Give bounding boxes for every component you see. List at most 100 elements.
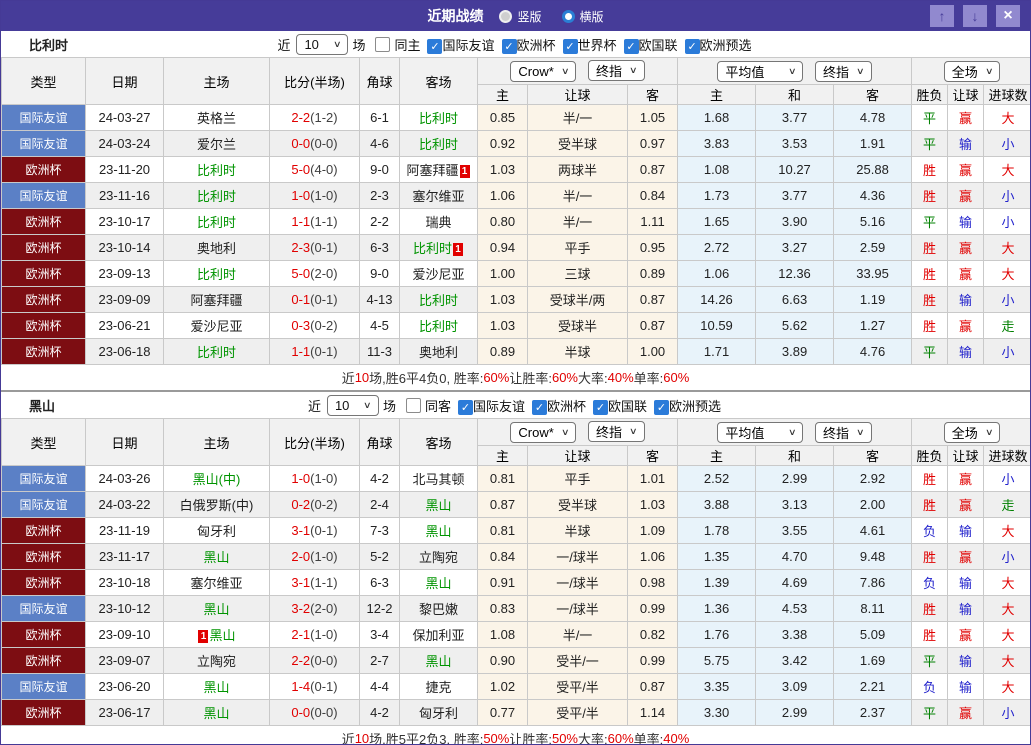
corner-cell: 2-2 <box>359 208 400 235</box>
competition-checkbox[interactable]: ✓ <box>654 399 670 415</box>
full-time-score: 1-1 <box>291 344 311 359</box>
away-team-cell: 瑞典 <box>399 208 478 235</box>
full-time-score: 1-4 <box>291 679 311 694</box>
match-count-select[interactable]: 10 ∨ <box>296 33 349 55</box>
handicap-home-odds-cell: 0.81 <box>477 465 528 492</box>
competition-label: 国际友谊 <box>472 398 525 414</box>
result-cell: 平 <box>911 699 949 726</box>
away-team-name: 阿塞拜疆 <box>406 163 459 178</box>
avg-draw-odds-cell: 3.09 <box>755 673 835 700</box>
same-venue-checkbox[interactable] <box>375 36 391 52</box>
handicap-cell: 受半/一 <box>527 647 628 674</box>
summary-text: 10 <box>354 370 370 385</box>
home-team-cell: 比利时 <box>163 260 270 287</box>
match-date-cell: 23-11-19 <box>85 517 164 544</box>
average-select[interactable]: 平均值 ∨ <box>717 60 804 82</box>
average-select[interactable]: 平均值 ∨ <box>717 421 804 443</box>
competition-checkbox[interactable]: ✓ <box>593 399 609 415</box>
goals-result-cell: 大 <box>983 517 1030 544</box>
score-cell: 2-2(1-2) <box>269 104 360 131</box>
competition-label: 世界杯 <box>577 37 617 53</box>
avg-away-odds-cell: 5.09 <box>833 621 913 648</box>
competition-checkbox[interactable]: ✓ <box>427 38 443 54</box>
odds-time-select[interactable]: 终指 ∨ <box>588 60 645 81</box>
avg-away-odds-cell: 2.00 <box>833 491 913 518</box>
handicap-away-odds-cell: 0.82 <box>626 621 679 648</box>
handicap-away-odds-cell: 0.99 <box>626 595 679 622</box>
avg-home-odds-cell: 1.36 <box>677 595 757 622</box>
table-row: 欧洲杯 23-11-19 匈牙利 3-1(0-1) 7-3 黑山 0.81 半球 1.09 1.7… <box>1 517 1030 544</box>
score-cell: 3-1(0-1) <box>269 517 360 544</box>
table-row: 欧洲杯 23-06-21 爱沙尼亚 0-3(0-2) 4-5 比利时 1.03 受球半 0.87… <box>1 312 1030 339</box>
corner-cell: 6-1 <box>359 104 400 131</box>
avg-home-odds-cell: 1.06 <box>677 260 757 287</box>
average-time-select[interactable]: 终指 ∨ <box>815 421 872 443</box>
chevron-down-icon: ∨ <box>363 399 372 410</box>
result-cell: 负 <box>911 569 949 596</box>
handicap-home-odds-cell: 0.90 <box>477 647 528 674</box>
score-cell: 0-3(0-2) <box>269 312 360 339</box>
score-cell: 0-0(0-0) <box>269 130 360 157</box>
handicap-away-odds-cell: 0.84 <box>626 182 679 209</box>
half-time-score: (1-0) <box>310 549 338 564</box>
handicap-away-odds-cell: 1.05 <box>626 104 679 131</box>
avg-home-odds-cell: 3.83 <box>677 130 757 157</box>
half-time-score: (1-0) <box>310 188 338 203</box>
avg-draw-odds-cell: 3.89 <box>755 338 835 365</box>
chevron-down-icon: ∨ <box>787 65 797 76</box>
col-home: 主场 <box>163 418 270 466</box>
home-team-name: 黑山 <box>209 628 236 643</box>
summary-text: 50% <box>551 731 578 745</box>
full-time-score: 5-0 <box>291 162 311 177</box>
competition-checkbox[interactable]: ✓ <box>684 38 700 54</box>
corner-cell: 9-0 <box>359 260 400 287</box>
match-date-cell: 23-06-21 <box>85 312 164 339</box>
competition-checkbox[interactable]: ✓ <box>562 38 578 54</box>
competition-checkbox[interactable]: ✓ <box>532 399 547 415</box>
avg-draw-odds-cell: 3.77 <box>755 104 835 131</box>
bookmaker-select[interactable]: Crow* ∨ <box>510 61 577 82</box>
games-label: 场 <box>382 398 396 414</box>
col-avg-home: 主 <box>677 84 757 105</box>
handicap-away-odds-cell: 1.01 <box>626 465 679 492</box>
scope-select[interactable]: 全场 ∨ <box>943 421 1001 443</box>
avg-home-odds-cell: 10.59 <box>677 312 757 339</box>
col-away: 客场 <box>399 57 478 105</box>
home-team-cell: 英格兰 <box>163 104 270 131</box>
match-count-select[interactable]: 10 ∨ <box>326 394 379 416</box>
result-cell: 平 <box>911 647 949 674</box>
half-time-score: (0-1) <box>310 523 338 538</box>
goals-result-cell: 大 <box>983 673 1030 700</box>
handicap-result-cell: 赢 <box>947 699 985 726</box>
competition-checkbox[interactable]: ✓ <box>457 399 473 415</box>
competition-label: 欧洲预选 <box>669 398 722 414</box>
full-time-score: 1-0 <box>291 188 311 203</box>
score-cell: 0-1(0-1) <box>269 286 360 313</box>
corner-cell: 3-4 <box>359 621 400 648</box>
same-venue-checkbox[interactable] <box>405 397 421 413</box>
avg-draw-odds-cell: 4.70 <box>755 543 835 570</box>
competition-checkbox[interactable]: ✓ <box>501 38 517 54</box>
chevron-down-icon: ∨ <box>560 66 570 76</box>
handicap-away-odds-cell: 0.87 <box>626 673 679 700</box>
score-cell: 1-0(1-0) <box>269 465 360 492</box>
avg-draw-odds-cell: 3.53 <box>755 130 835 157</box>
bookmaker-select[interactable]: Crow* ∨ <box>510 422 577 443</box>
table-row: 欧洲杯 23-09-09 阿塞拜疆 0-1(0-1) 4-13 比利时 1.03 受球半/两 0… <box>1 286 1030 313</box>
handicap-away-odds-cell: 0.97 <box>626 130 679 157</box>
red-card-badge: 1 <box>453 243 463 256</box>
competition-checkbox[interactable]: ✓ <box>623 38 639 54</box>
average-time-select[interactable]: 终指 ∨ <box>815 60 872 82</box>
scope-select[interactable]: 全场 ∨ <box>943 60 1001 82</box>
move-up-button[interactable]: ↑ <box>930 5 954 27</box>
move-down-button[interactable]: ↓ <box>963 5 987 27</box>
corner-cell: 4-2 <box>359 465 400 492</box>
odds-time-select[interactable]: 终指 ∨ <box>588 421 645 442</box>
radio-horizontal-layout[interactable]: 横版 <box>561 8 604 25</box>
close-button[interactable]: × <box>996 5 1020 27</box>
avg-home-odds-cell: 3.35 <box>677 673 757 700</box>
match-type-cell: 国际友谊 <box>1 130 86 157</box>
corner-cell: 4-2 <box>359 699 400 726</box>
radio-vertical-layout[interactable]: 竖版 <box>499 8 542 25</box>
handicap-cell: 受平/半 <box>527 673 628 700</box>
